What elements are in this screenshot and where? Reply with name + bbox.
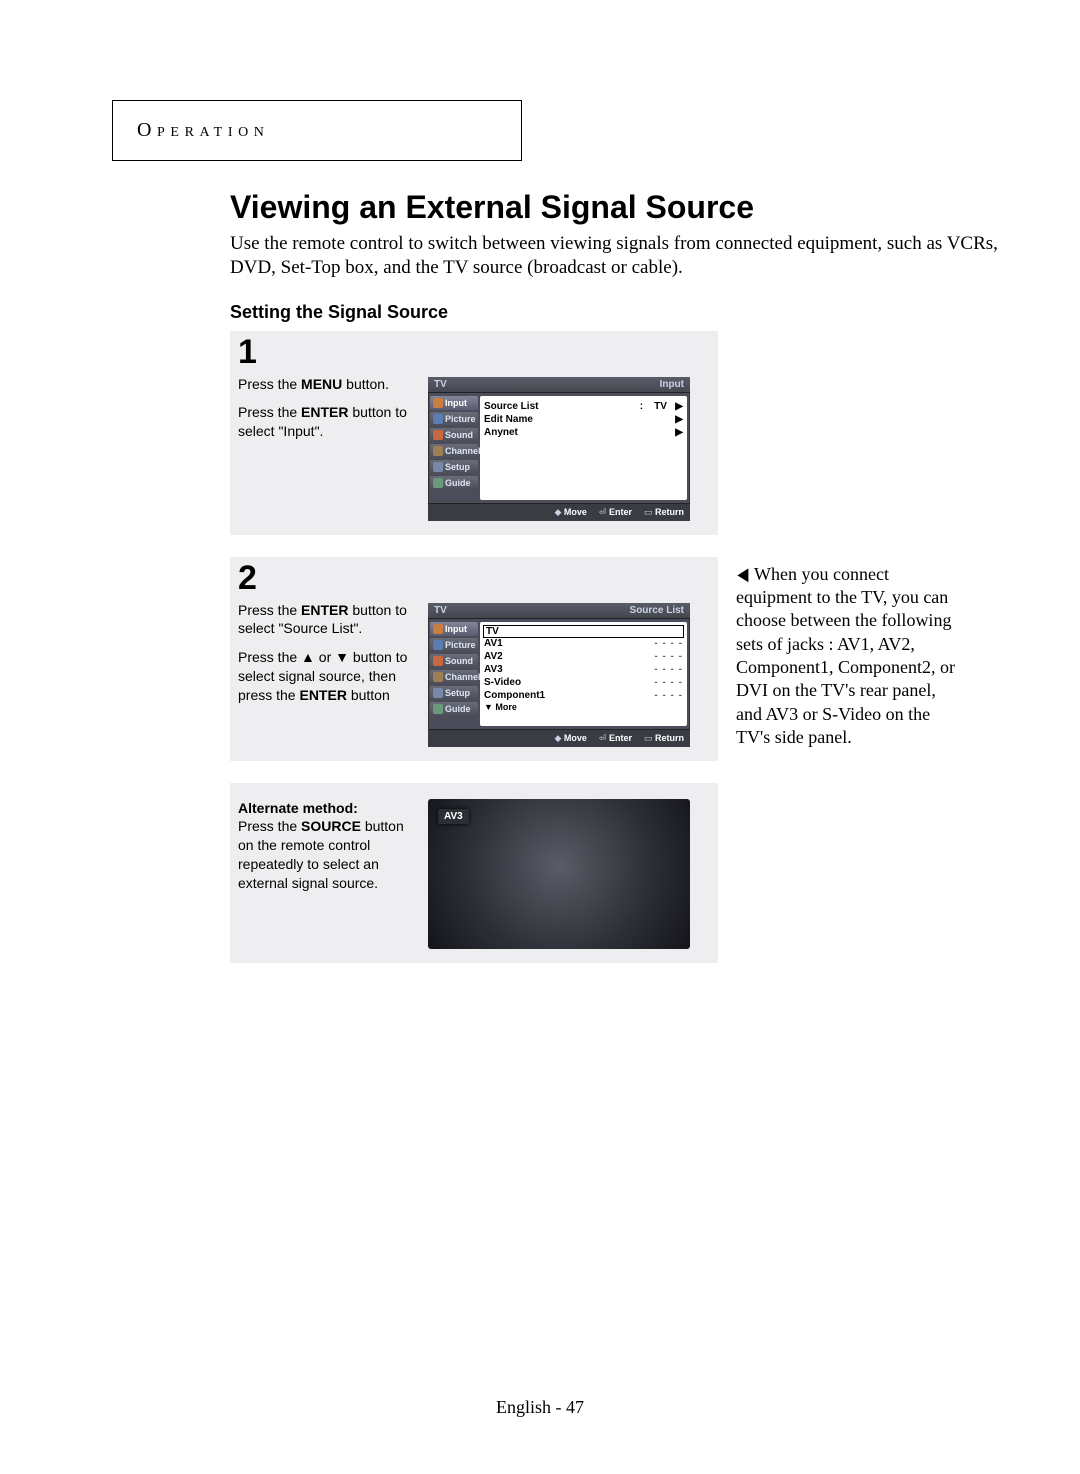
osd1-tab-input: Input <box>430 396 478 410</box>
step-2-text: Press the ENTER button to select "Source… <box>238 597 418 747</box>
osd2-top-right: Source List <box>630 605 684 616</box>
osd1-tab-sound: Sound <box>430 428 478 442</box>
osd2-tab-channel: Channel <box>430 670 478 684</box>
osd2-top-left: TV <box>434 605 447 616</box>
step-1-text: Press the MENU button. Press the ENTER b… <box>238 371 418 521</box>
step-1-block: 1 Press the MENU button. Press the ENTER… <box>230 331 718 535</box>
osd1-top-right: Input <box>660 379 684 390</box>
step-1-enter-bold: ENTER <box>301 404 348 420</box>
osd2-footer: ◆ Move ⏎ Enter ▭ Return <box>428 729 690 747</box>
step-2-number: 2 <box>230 557 718 597</box>
osd1-tab-channel: Channel <box>430 444 478 458</box>
page-title: Viewing an External Signal Source <box>230 189 1010 226</box>
section-header-box: Operation <box>112 100 522 161</box>
osd2-pane: TV AV1- - - - AV2- - - - AV3- - - - S-Vi… <box>480 622 687 726</box>
osd1-tab-picture: Picture <box>430 412 478 426</box>
osd1-pane: Source List: TV ▶ Edit Name▶ Anynet▶ <box>480 396 687 500</box>
osd1-top-left: TV <box>434 379 447 390</box>
down-arrow-icon: ▼ <box>335 649 349 665</box>
osd1-tab-guide: Guide <box>430 476 478 490</box>
osd2-more: ▼ More <box>484 702 683 712</box>
osd-screenshot-2: TV Source List Input Picture Sound Chann… <box>428 603 690 747</box>
side-note-text: When you connect equipment to the TV, yo… <box>736 564 955 748</box>
intro-paragraph: Use the remote control to switch between… <box>230 232 1010 280</box>
osd2-tabs: Input Picture Sound Channel Setup Guide <box>428 619 480 729</box>
section-header-text: Operation <box>137 119 270 141</box>
alternate-method-block: Alternate method: Press the SOURCE butto… <box>230 783 718 963</box>
up-arrow-icon: ▲ <box>301 649 315 665</box>
left-arrow-icon: ◀ <box>737 563 748 586</box>
tv-screenshot: AV3 <box>428 799 690 949</box>
step-1-number: 1 <box>230 331 718 371</box>
osd2-tab-setup: Setup <box>430 686 478 700</box>
osd2-tab-sound: Sound <box>430 654 478 668</box>
osd2-tab-guide: Guide <box>430 702 478 716</box>
osd1-tab-setup: Setup <box>430 460 478 474</box>
step-1-line2a: Press the <box>238 404 301 420</box>
tv-screenshot-badge: AV3 <box>438 809 469 824</box>
step-1-menu-bold: MENU <box>301 376 342 392</box>
step-1-line1a: Press the <box>238 376 301 392</box>
osd2-tab-input: Input <box>430 622 478 636</box>
side-note: ◀ When you connect equipment to the TV, … <box>736 557 966 750</box>
osd2-tab-picture: Picture <box>430 638 478 652</box>
osd1-tabs: Input Picture Sound Channel Setup Guide <box>428 393 480 503</box>
alternate-method-head: Alternate method: <box>238 800 358 816</box>
step-2-block: 2 Press the ENTER button to select "Sour… <box>230 557 718 761</box>
step-1-line1c: button. <box>342 376 389 392</box>
page-footer: English - 47 <box>0 1397 1080 1418</box>
osd1-footer: ◆ Move ⏎ Enter ▭ Return <box>428 503 690 521</box>
alternate-method-text: Alternate method: Press the SOURCE butto… <box>238 795 418 949</box>
osd-screenshot-1: TV Input Input Picture Sound Channel Set… <box>428 377 690 521</box>
subheading: Setting the Signal Source <box>230 302 1010 323</box>
